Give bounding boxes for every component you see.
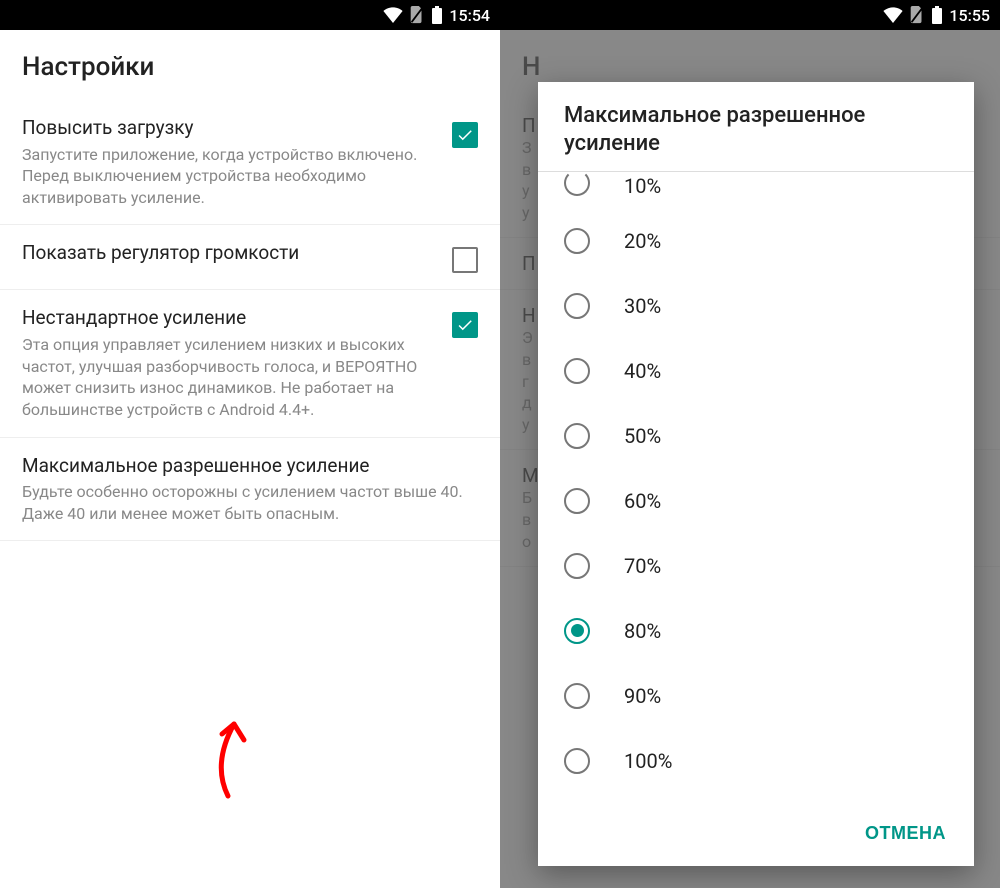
radio-option-70[interactable]: 70% (564, 533, 948, 598)
checkbox-custom-boost[interactable] (452, 312, 478, 338)
setting-max-allowed-boost[interactable]: Максимальное разрешенное усиление Будьте… (0, 438, 500, 542)
setting-show-volume[interactable]: Показать регулятор громкости (0, 225, 500, 290)
radio-label: 10% (624, 174, 661, 198)
radio-icon[interactable] (564, 748, 590, 774)
checkbox-boost-load[interactable] (452, 122, 478, 148)
annotation-arrow-icon (198, 710, 258, 800)
radio-label: 40% (624, 359, 661, 383)
phone-left: 15:54 Настройки Повысить загрузку Запуст… (0, 0, 500, 888)
dialog-content-area: Н П З в у у П Н Э в г д у М Б в о Максим… (500, 30, 1000, 888)
status-time: 15:55 (949, 6, 990, 25)
radio-label: 60% (624, 489, 661, 513)
settings-content: Настройки Повысить загрузку Запустите пр… (0, 30, 500, 888)
radio-option-60[interactable]: 60% (564, 468, 948, 533)
radio-option-40[interactable]: 40% (564, 338, 948, 403)
radio-option-90[interactable]: 90% (564, 663, 948, 728)
radio-option-100[interactable]: 100% (564, 728, 948, 793)
radio-icon[interactable] (564, 683, 590, 709)
dialog-title: Максимальное разрешенное усиление (538, 82, 974, 171)
radio-label: 90% (624, 684, 661, 708)
radio-icon[interactable] (564, 553, 590, 579)
radio-label: 80% (624, 619, 661, 643)
dialog-actions: ОТМЕНА (538, 803, 974, 866)
wifi-icon (383, 7, 403, 23)
cancel-button[interactable]: ОТМЕНА (857, 817, 954, 850)
radio-icon[interactable] (564, 172, 590, 196)
radio-label: 30% (624, 294, 661, 318)
setting-boost-load[interactable]: Повысить загрузку Запустите приложение, … (0, 100, 500, 225)
setting-custom-boost[interactable]: Нестандартное усиление Эта опция управля… (0, 290, 500, 437)
max-boost-dialog: Максимальное разрешенное усиление 10% 20… (538, 82, 974, 866)
setting-title: Повысить загрузку (22, 116, 440, 141)
battery-icon (431, 6, 443, 24)
radio-icon[interactable] (564, 618, 590, 644)
radio-label: 70% (624, 554, 661, 578)
setting-desc: Эта опция управляет усилением низких и в… (22, 334, 440, 420)
phone-right: 15:55 Н П З в у у П Н Э в г д у М Б в о (500, 0, 1000, 888)
battery-icon (931, 6, 943, 24)
setting-title: Показать регулятор громкости (22, 241, 440, 266)
radio-icon[interactable] (564, 423, 590, 449)
radio-label: 50% (624, 424, 661, 448)
radio-icon[interactable] (564, 293, 590, 319)
radio-option-10[interactable]: 10% (564, 172, 948, 208)
radio-icon[interactable] (564, 228, 590, 254)
radio-label: 100% (624, 749, 672, 773)
wifi-icon (883, 7, 903, 23)
setting-title: Максимальное разрешенное усиление (22, 454, 466, 479)
status-bar: 15:54 (0, 0, 500, 30)
status-bar: 15:55 (500, 0, 1000, 30)
radio-option-80[interactable]: 80% (564, 598, 948, 663)
status-time: 15:54 (449, 6, 490, 25)
page-title: Настройки (0, 30, 500, 100)
radio-label: 20% (624, 229, 661, 253)
no-sim-icon (409, 6, 425, 24)
no-sim-icon (909, 6, 925, 24)
setting-desc: Запустите приложение, когда устройство в… (22, 144, 440, 209)
radio-list[interactable]: 10% 20% 30% 40% 50% (538, 172, 974, 803)
setting-desc: Будьте особенно осторожны с усилением ча… (22, 481, 466, 524)
radio-option-30[interactable]: 30% (564, 273, 948, 338)
checkbox-show-volume[interactable] (452, 247, 478, 273)
radio-option-20[interactable]: 20% (564, 208, 948, 273)
radio-icon[interactable] (564, 488, 590, 514)
radio-icon[interactable] (564, 358, 590, 384)
radio-option-50[interactable]: 50% (564, 403, 948, 468)
setting-title: Нестандартное усиление (22, 306, 440, 331)
